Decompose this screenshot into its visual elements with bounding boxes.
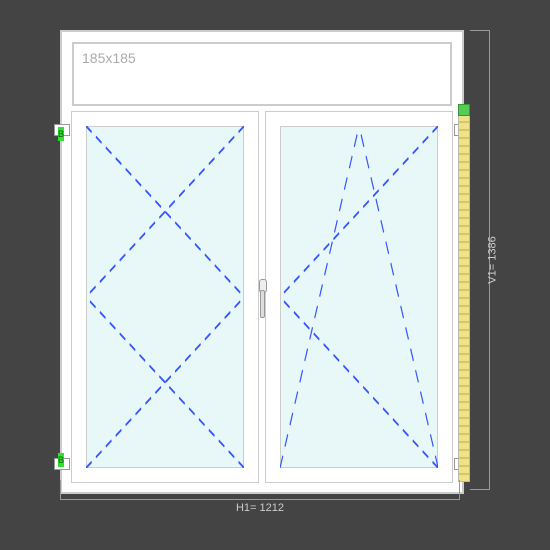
left-sash-opening-lines: [86, 126, 244, 468]
window-drawing: 185x185 B B B B: [60, 30, 464, 494]
sash-area: [72, 112, 452, 482]
left-sash: [72, 112, 258, 482]
right-sash: [266, 112, 452, 482]
dimension-v-label: V1= 1386: [486, 236, 498, 283]
dimension-h-label: H1= 1212: [236, 502, 284, 514]
dimension-vertical: V1= 1386: [489, 30, 510, 490]
blind-rail: [458, 112, 470, 482]
top-panel-size-label: 185x185: [82, 50, 136, 66]
center-handle: [258, 279, 266, 319]
hinge-marker-bl: B: [58, 453, 64, 467]
hinge-marker-tl: B: [58, 127, 64, 141]
right-sash-opening-lines: [280, 126, 438, 468]
dimension-horizontal: H1= 1212: [60, 499, 460, 520]
top-fixed-panel: 185x185: [72, 42, 452, 106]
blind-rail-cap: [458, 104, 470, 116]
